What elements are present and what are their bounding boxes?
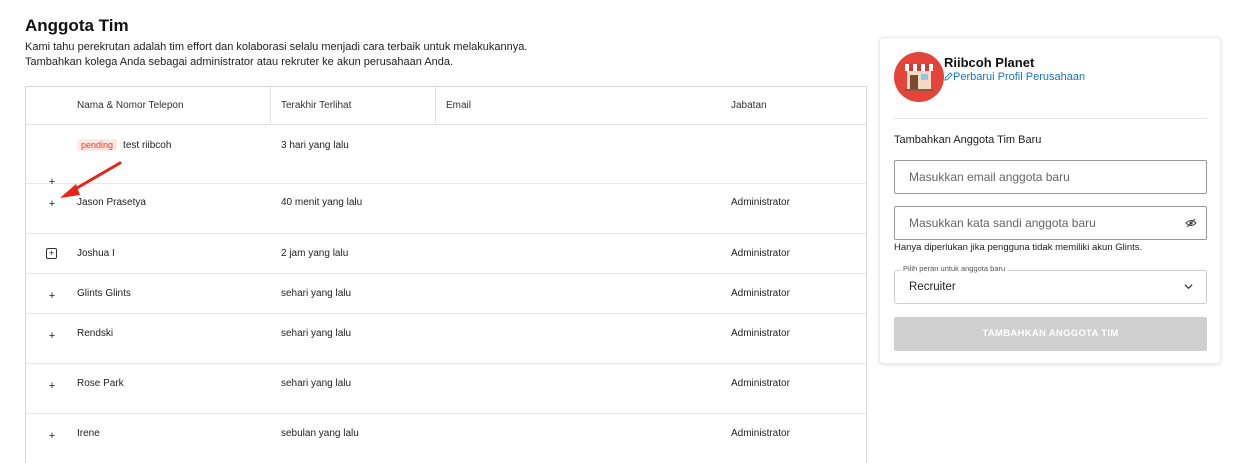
email-field[interactable]: Masukkan email anggota baru: [894, 160, 1207, 194]
table-header: Nama & Nomor Telepon Terakhir Terlihat E…: [26, 87, 866, 125]
table-row: + Rendski sehari yang lalu Administrator: [26, 314, 866, 364]
password-hint: Hanya diperlukan jika pengguna tidak mem…: [894, 242, 1143, 253]
member-name: Rendski: [77, 328, 114, 339]
member-name: Rose Park: [77, 378, 124, 389]
column-header-last-seen[interactable]: Terakhir Terlihat: [270, 87, 351, 125]
last-seen-cell: sehari yang lalu: [281, 378, 352, 389]
status-badge: pending: [77, 139, 118, 151]
password-placeholder: Masukkan kata sandi anggota baru: [909, 216, 1096, 230]
role-cell: Administrator: [731, 378, 790, 389]
member-name: Joshua I: [77, 248, 115, 259]
table-row: + Glints Glints sehari yang lalu Adminis…: [26, 274, 866, 314]
update-profile-label: Perbarui Profil Perusahaan: [953, 71, 1086, 83]
intro-line-2: Tambahkan kolega Anda sebagai administra…: [25, 56, 454, 68]
red-arrow-annotation: [60, 161, 122, 198]
expand-row-icon[interactable]: +: [47, 291, 57, 302]
last-seen-cell: 40 menit yang lalu: [281, 197, 363, 208]
last-seen-cell: sehari yang lalu: [281, 288, 352, 299]
last-seen-cell: sehari yang lalu: [281, 328, 352, 339]
role-cell: Administrator: [731, 288, 790, 299]
role-cell: Administrator: [731, 428, 790, 439]
expand-row-icon[interactable]: +: [46, 248, 57, 259]
role-cell: Administrator: [731, 328, 790, 339]
last-seen-cell: 2 jam yang lalu: [281, 248, 349, 259]
chevron-down-icon: [1184, 284, 1193, 290]
column-header-name[interactable]: Nama & Nomor Telepon: [77, 87, 184, 125]
card-divider: [894, 118, 1207, 119]
add-member-button[interactable]: TAMBAHKAN ANGGOTA TIM: [894, 317, 1207, 351]
table-row: + Rose Park sehari yang lalu Administrat…: [26, 364, 866, 414]
member-name: Irene: [77, 428, 100, 439]
expand-row-icon[interactable]: +: [47, 381, 57, 392]
expand-row-icon[interactable]: +: [47, 331, 57, 342]
expand-row-icon[interactable]: +: [47, 431, 57, 442]
page-intro: Kami tahu perekrutan adalah tim effort d…: [25, 40, 585, 70]
update-profile-link[interactable]: Perbarui Profil Perusahaan: [944, 71, 1085, 83]
member-name: Glints Glints: [77, 288, 131, 299]
pencil-icon: [944, 72, 953, 81]
table-row: + Joshua I 2 jam yang lalu Administrator: [26, 234, 866, 274]
role-select[interactable]: Recruiter: [894, 270, 1207, 304]
table-row: + Irene sebulan yang lalu Administrator: [26, 414, 866, 463]
intro-line-1: Kami tahu perekrutan adalah tim effort d…: [25, 41, 528, 53]
role-select-label: Pilih peran untuk anggota baru: [900, 264, 1009, 273]
page-title: Anggota Tim: [25, 16, 129, 35]
table-row: + pending test riibcoh 3 hari yang lalu: [26, 125, 866, 188]
last-seen-cell: 3 hari yang lalu: [281, 140, 349, 151]
role-select-value: Recruiter: [909, 281, 956, 293]
company-name: Riibcoh Planet: [944, 55, 1035, 70]
role-cell: Administrator: [731, 248, 790, 259]
password-field[interactable]: Masukkan kata sandi anggota baru: [894, 206, 1207, 240]
table-row: + Jason Prasetya 40 menit yang lalu Admi…: [26, 184, 866, 234]
team-members-table: Nama & Nomor Telepon Terakhir Terlihat E…: [25, 86, 867, 463]
role-cell: Administrator: [731, 197, 790, 208]
add-member-title: Tambahkan Anggota Tim Baru: [894, 134, 1042, 146]
member-name-cell: pending test riibcoh: [77, 139, 171, 151]
company-card: Riibcoh Planet Perbarui Profil Perusahaa…: [879, 37, 1221, 364]
last-seen-cell: sebulan yang lalu: [281, 428, 359, 439]
member-name: test riibcoh: [123, 140, 172, 151]
column-header-email[interactable]: Email: [435, 87, 471, 125]
eye-off-icon[interactable]: [1185, 218, 1197, 228]
column-header-role[interactable]: Jabatan: [731, 87, 767, 125]
storefront-icon: [894, 52, 944, 102]
